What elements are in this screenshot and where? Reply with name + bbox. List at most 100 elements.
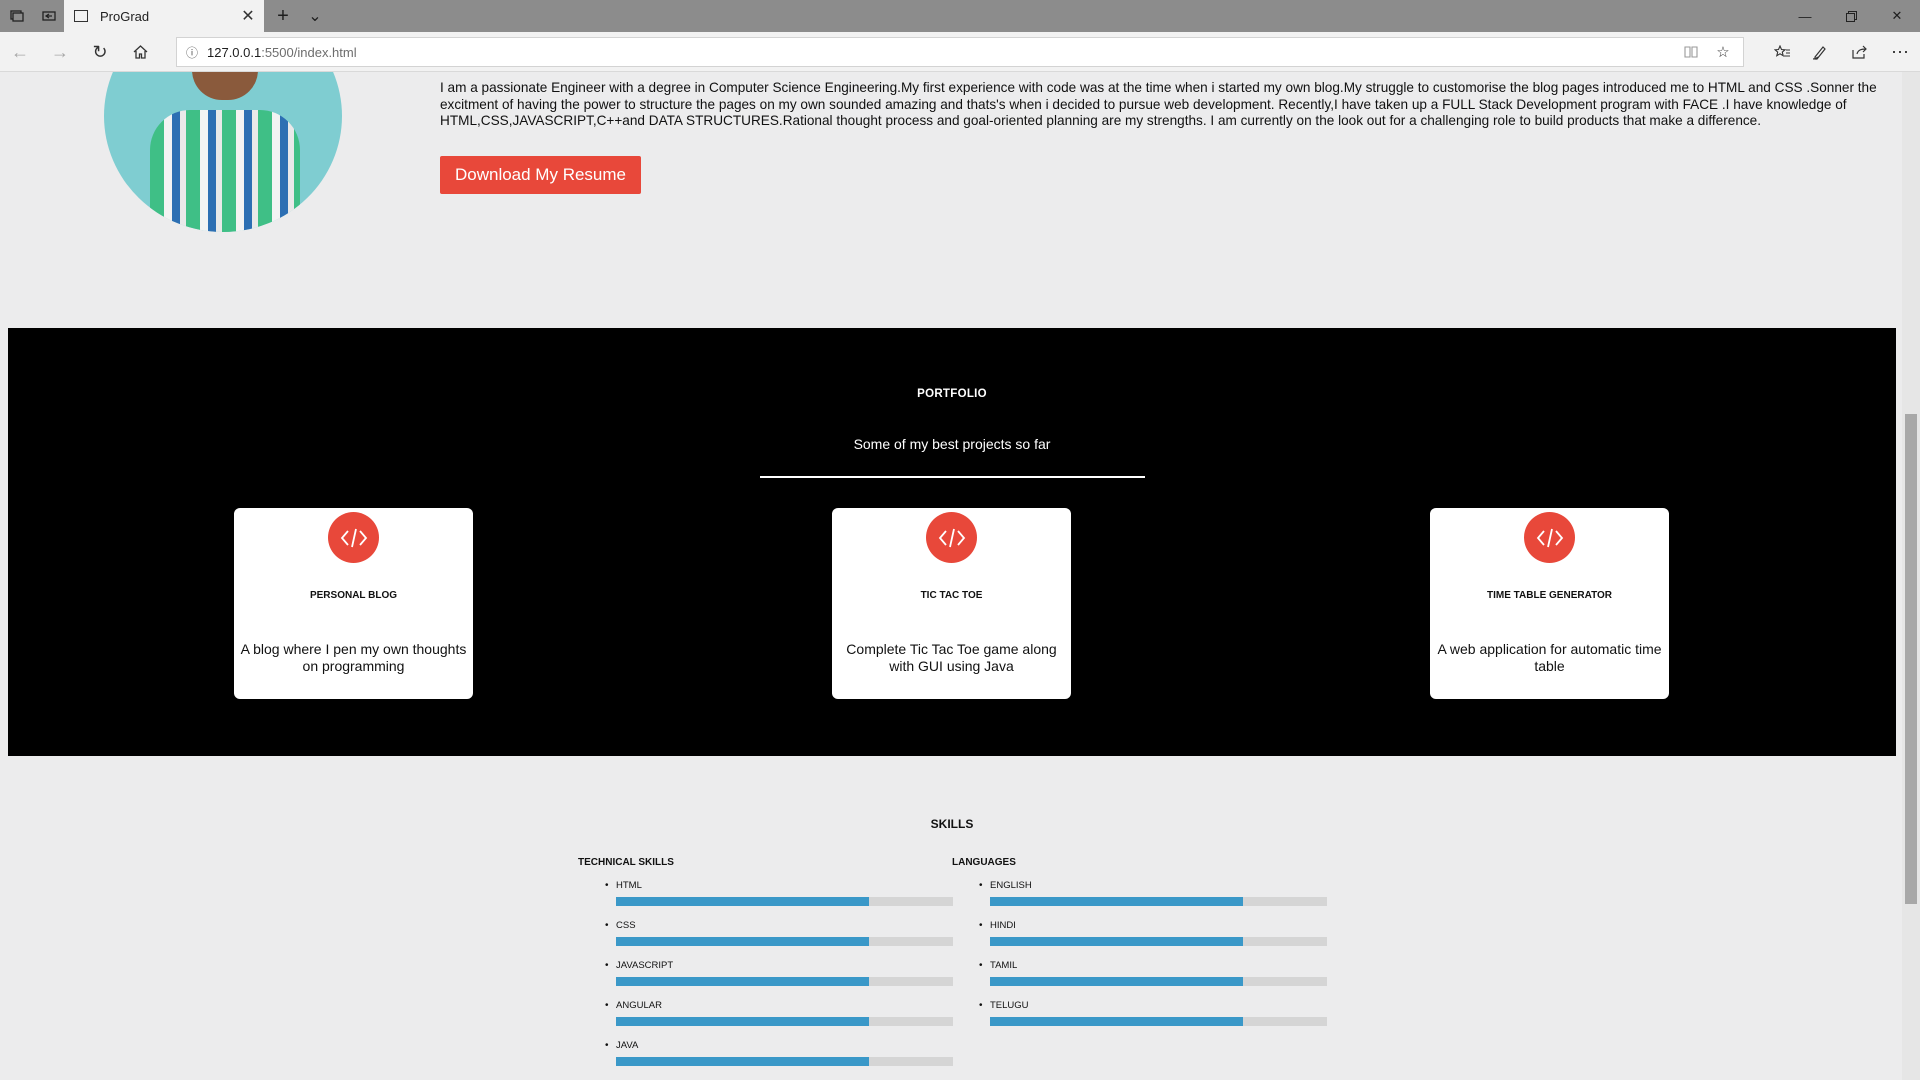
project-description: A blog where I pen my own thoughts on pr… [240,641,467,674]
site-info-icon[interactable]: ⓘ [177,44,207,61]
language-item: • TELUGU [952,1000,1332,1040]
skill-name: JAVASCRIPT [616,960,674,971]
skill-item: • HTML [578,880,958,920]
project-description: A web application for automatic time tab… [1437,641,1662,674]
project-card[interactable]: PERSONAL BLOG A blog where I pen my own … [234,508,473,699]
language-name: TELUGU [990,1000,1029,1011]
language-bar [990,897,1327,906]
download-resume-button[interactable]: Download My Resume [440,156,641,194]
restore-icon[interactable] [1828,0,1874,32]
project-title: TIC TAC TOE [920,590,983,601]
skills-title: SKILLS [930,817,974,831]
language-bar-fill [990,1017,1243,1026]
url-path: :5500/index.html [261,44,357,60]
skill-bar [616,977,953,986]
bullet: • [605,880,609,891]
language-item: • HINDI [952,920,1332,960]
reading-view-icon[interactable] [1675,38,1707,66]
technical-skills-column: TECHNICAL SKILLS • HTML • CSS • JAVASCRI… [578,857,958,1080]
browser-tab[interactable]: ProGrad ✕ [64,0,264,32]
profile-photo-face [192,72,258,100]
new-tab-button[interactable]: + [266,0,300,32]
address-bar: ← → ↻ ⓘ 127.0.0.1:5500/index.html ☆ ⋯ [0,32,1920,72]
bullet: • [605,1040,609,1051]
project-title: PERSONAL BLOG [309,590,398,601]
web-note-icon[interactable] [1800,32,1840,72]
bullet: • [979,880,983,891]
skill-item: • ANGULAR [578,1000,958,1040]
languages-heading: LANGUAGES [952,857,1016,868]
scrollbar-thumb[interactable] [1905,414,1917,904]
browser-titlebar: ProGrad ✕ + ⌄ — ✕ [0,0,1920,32]
skill-item: • JAVASCRIPT [578,960,958,1000]
skill-item: • CSS [578,920,958,960]
skill-bar-fill [616,1057,869,1066]
code-icon [926,512,977,563]
language-bar-fill [990,977,1243,986]
language-bar-fill [990,937,1243,946]
skill-name: JAVA [616,1040,639,1051]
project-card[interactable]: TIME TABLE GENERATOR A web application f… [1430,508,1669,699]
url-field[interactable]: ⓘ 127.0.0.1:5500/index.html ☆ [176,37,1744,67]
close-window-icon[interactable]: ✕ [1874,0,1920,32]
page-scrollbar[interactable] [1902,72,1920,1080]
back-icon[interactable]: ← [0,32,40,72]
portfolio-title: PORTFOLIO [917,388,987,400]
skill-bar [616,1017,953,1026]
tab-actions-icon[interactable] [0,0,34,32]
language-name: TAMIL [990,960,1018,971]
home-icon[interactable] [120,32,160,72]
forward-icon[interactable]: → [40,32,80,72]
skill-name: ANGULAR [616,1000,662,1011]
profile-photo [104,72,342,232]
portfolio-section: PORTFOLIO Some of my best projects so fa… [8,328,1896,756]
skill-name: HTML [616,880,642,891]
language-name: HINDI [990,920,1016,931]
language-item: • ENGLISH [952,880,1332,920]
bullet: • [605,960,609,971]
skill-bar [616,1057,953,1066]
skill-name: CSS [616,920,636,931]
refresh-icon[interactable]: ↻ [80,32,120,72]
skill-bar-fill [616,937,869,946]
code-icon [1524,512,1575,563]
code-icon [328,512,379,563]
bullet: • [979,1000,983,1011]
tab-list-button[interactable]: ⌄ [298,0,332,32]
skill-bar [616,897,953,906]
profile-photo-shirt [150,110,300,232]
project-card[interactable]: TIC TAC TOE Complete Tic Tac Toe game al… [832,508,1071,699]
skill-bar [616,937,953,946]
language-bar [990,937,1327,946]
more-icon[interactable]: ⋯ [1880,32,1920,72]
language-bar-fill [990,897,1243,906]
close-tab-icon[interactable]: ✕ [238,0,258,32]
skill-bar-fill [616,897,869,906]
bullet: • [979,920,983,931]
language-item: • TAMIL [952,960,1332,1000]
project-title: TIME TABLE GENERATOR [1487,590,1612,601]
skill-item: • JAVA [578,1040,958,1080]
portfolio-divider [760,476,1145,478]
set-tabs-aside-icon[interactable] [32,0,66,32]
portfolio-subtitle: Some of my best projects so far [853,436,1051,452]
url-host: 127.0.0.1 [207,44,262,60]
languages-column: LANGUAGES • ENGLISH • HINDI • TAMIL • TE… [952,857,1332,1040]
bullet: • [605,1000,609,1011]
about-text: I am a passionate Engineer with a degree… [440,80,1877,129]
skill-bar-fill [616,1017,869,1026]
project-description: Complete Tic Tac Toe game along with GUI… [846,641,1057,674]
favorite-star-icon[interactable]: ☆ [1707,38,1739,66]
language-bar [990,1017,1327,1026]
page-icon [74,10,88,22]
url-text: 127.0.0.1:5500/index.html [207,45,357,60]
minimize-icon[interactable]: — [1782,0,1828,32]
favorites-icon[interactable] [1762,32,1802,72]
share-icon[interactable] [1840,32,1880,72]
bullet: • [605,920,609,931]
bullet: • [979,960,983,971]
technical-skills-heading: TECHNICAL SKILLS [578,857,674,868]
tab-title: ProGrad [100,8,150,24]
language-bar [990,977,1327,986]
page-content: I am a passionate Engineer with a degree… [0,72,1902,1080]
